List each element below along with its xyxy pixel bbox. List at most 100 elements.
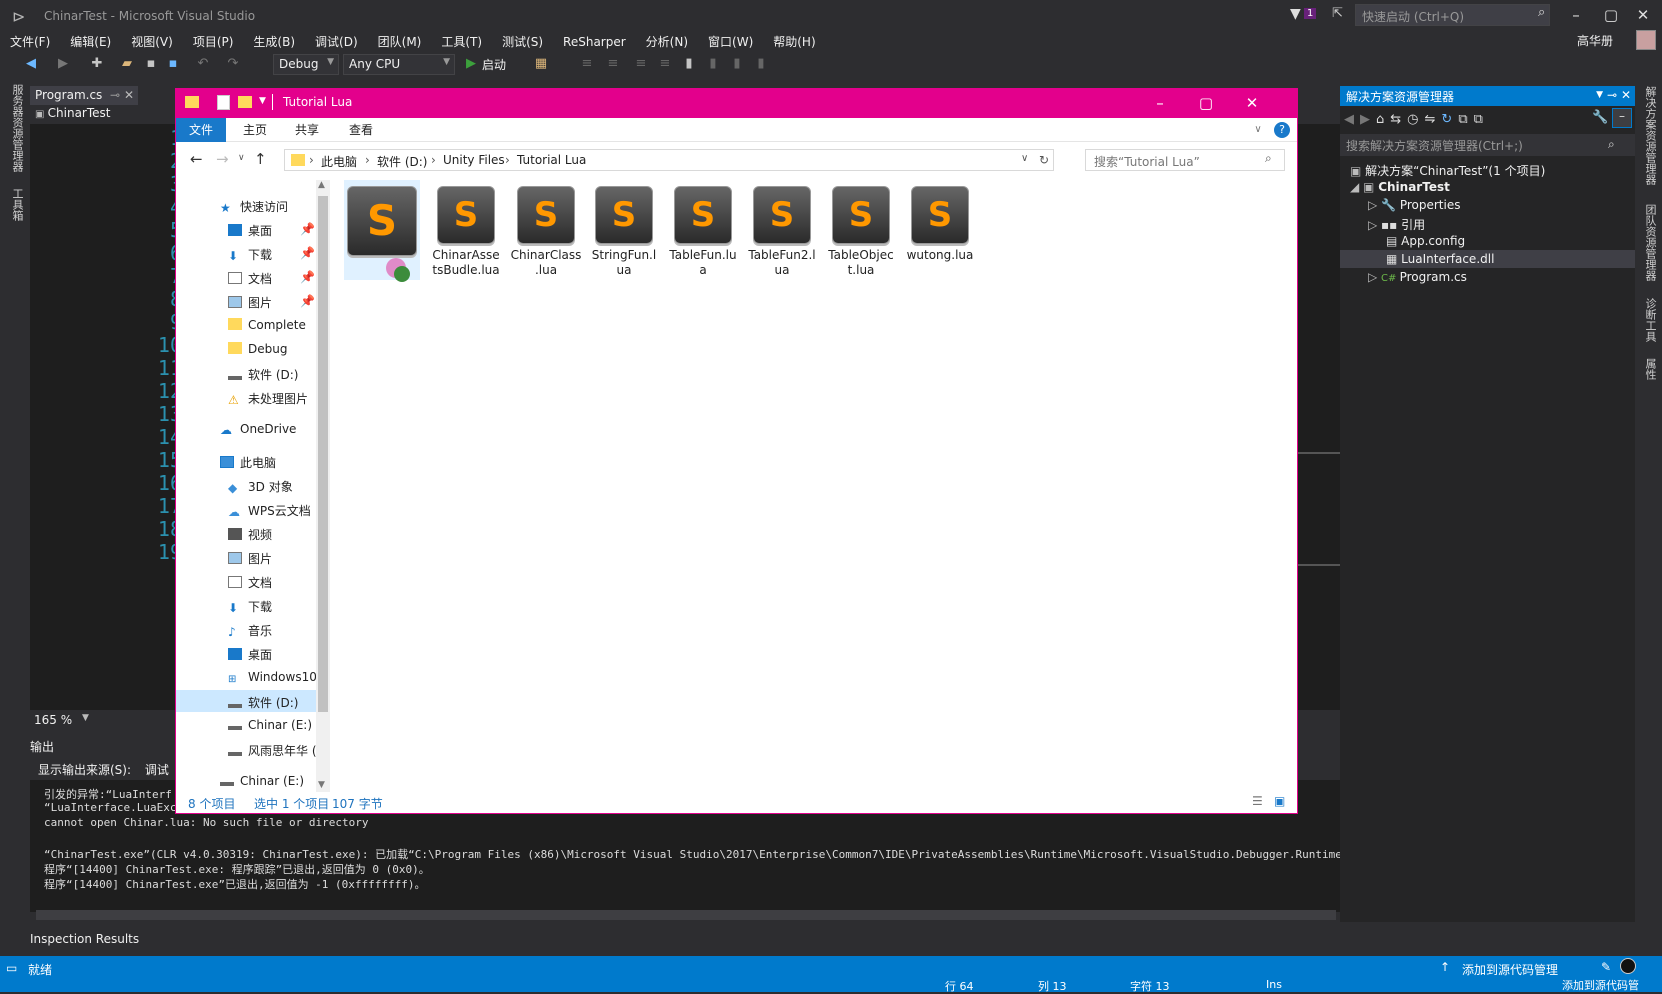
explorer-minimize-button[interactable]: –: [1137, 88, 1183, 118]
nav-this-pc[interactable]: 此电脑: [220, 454, 276, 471]
pencil-icon[interactable]: ✎: [1601, 960, 1611, 974]
inspection-results-tab[interactable]: Inspection Results: [30, 932, 139, 946]
nav-pictures[interactable]: 图片 📌: [228, 294, 315, 311]
luainterface-dll-node[interactable]: ▦ LuaInterface.dll: [1386, 252, 1494, 266]
save-all-icon[interactable]: ▪: [164, 55, 182, 73]
feedback-icon[interactable]: ⇱: [1332, 6, 1343, 21]
menu-edit[interactable]: 编辑(E): [60, 32, 121, 52]
server-explorer-tab[interactable]: 服务器资源管理器: [9, 84, 25, 172]
nav-drive-d-quick[interactable]: 软件 (D:): [228, 366, 298, 383]
switch-icon[interactable]: ⇋: [1425, 112, 1442, 127]
feedback-circle-icon[interactable]: [1620, 958, 1636, 974]
close-icon[interactable]: ✕: [1621, 88, 1631, 102]
back-icon[interactable]: ◀: [1344, 112, 1360, 127]
menu-window[interactable]: 窗口(W): [698, 32, 763, 52]
outdent-icon[interactable]: ≡: [656, 55, 674, 73]
nav-documents-pc[interactable]: 文档: [228, 574, 272, 591]
project-node[interactable]: ◢ ▣ ChinarTest: [1350, 180, 1450, 194]
up-arrow-icon[interactable]: ↑: [254, 150, 267, 168]
tab-home[interactable]: 主页: [230, 118, 280, 142]
undo-icon[interactable]: ↶: [194, 55, 212, 73]
collapse-icon[interactable]: ⧉: [1458, 112, 1473, 127]
menu-help[interactable]: 帮助(H): [763, 32, 825, 52]
history-icon[interactable]: ◷: [1407, 112, 1424, 127]
menu-debug[interactable]: 调试(D): [305, 32, 368, 52]
filter-icon[interactable]: ▼: [1290, 6, 1301, 22]
pin-icon[interactable]: 📌: [300, 246, 315, 260]
pin-icon[interactable]: 📌: [300, 222, 315, 236]
breadcrumb-tutorial-lua[interactable]: Tutorial Lua: [517, 153, 586, 167]
properties-icon[interactable]: –: [1612, 108, 1632, 128]
chevron-down-icon[interactable]: ∨: [1250, 118, 1266, 142]
solution-search-input[interactable]: 搜索解决方案资源管理器(Ctrl+;): [1340, 134, 1635, 156]
large-icons-view-icon[interactable]: ▣: [1274, 794, 1285, 808]
file-stringfun-lua[interactable]: S StringFun.l ua: [588, 186, 660, 278]
nav-desktop[interactable]: 桌面 📌: [228, 222, 315, 239]
help-icon[interactable]: ?: [1274, 122, 1290, 138]
close-icon[interactable]: ✕: [124, 88, 134, 102]
solution-explorer-side-tab[interactable]: 解决方案资源管理器: [1642, 86, 1658, 185]
bookmark-icon[interactable]: ▮: [680, 55, 698, 73]
explorer-maximize-button[interactable]: ▢: [1183, 88, 1229, 118]
toolbox-tab[interactable]: 工具箱: [9, 188, 25, 221]
nav-downloads[interactable]: ⬇ 下载 📌: [228, 246, 315, 263]
open-folder-icon[interactable]: ▰: [118, 55, 136, 73]
chevron-down-icon[interactable]: ▼: [259, 96, 266, 106]
tab-view[interactable]: 查看: [336, 118, 386, 142]
output-source-select[interactable]: 调试: [145, 763, 169, 777]
nav-complete[interactable]: Complete: [228, 318, 306, 332]
prev-bookmark-icon[interactable]: ▮: [704, 55, 722, 73]
chevron-down-icon[interactable]: ∨: [1021, 153, 1028, 164]
menu-view[interactable]: 视图(V): [121, 32, 183, 52]
nav-videos[interactable]: 视频: [228, 526, 272, 543]
user-name[interactable]: 高华册: [1577, 32, 1613, 49]
references-node[interactable]: ▷ ▪▪ 引用: [1368, 216, 1425, 233]
menu-tools[interactable]: 工具(T): [431, 32, 492, 52]
file-tablefun2-lua[interactable]: S TableFun2.l ua: [746, 186, 818, 278]
save-icon[interactable]: ▪: [142, 55, 160, 73]
nav-drive-e-2[interactable]: Chinar (E:): [220, 774, 304, 788]
new-project-icon[interactable]: ✚: [88, 55, 106, 73]
solution-node[interactable]: ▣ 解决方案“ChinarTest”(1 个项目): [1350, 162, 1545, 179]
menu-analyze[interactable]: 分析(N): [636, 32, 698, 52]
notification-badge[interactable]: 1: [1304, 8, 1317, 19]
menu-project[interactable]: 项目(P): [183, 32, 244, 52]
file-tableobject-lua[interactable]: S TableObjec t.lua: [825, 186, 897, 278]
team-explorer-side-tab[interactable]: 团队资源管理器: [1642, 204, 1658, 281]
uncomment-icon[interactable]: ≡: [604, 55, 622, 73]
comment-icon[interactable]: ≡: [578, 55, 596, 73]
clear-bookmark-icon[interactable]: ▮: [752, 55, 770, 73]
avatar[interactable]: [1636, 30, 1656, 50]
close-button[interactable]: ✕: [1628, 2, 1658, 28]
menu-team[interactable]: 团队(M): [368, 32, 432, 52]
pin-icon[interactable]: 📌: [300, 270, 315, 284]
menu-file[interactable]: 文件(F): [0, 32, 60, 52]
chevron-down-icon[interactable]: ▼: [1596, 90, 1603, 100]
file-chinarassetsbudle-lua[interactable]: S ChinarAsse tsBudle.lua: [430, 186, 502, 278]
home-icon[interactable]: ⌂: [1376, 112, 1390, 127]
nav-drive-f[interactable]: 风雨思年华 (: [228, 742, 317, 759]
refresh-icon[interactable]: ↻: [1039, 153, 1049, 167]
solution-explorer-toolbar[interactable]: ◀▶⌂⇆◷⇋↻⧉⧉: [1344, 112, 1489, 127]
add-to-source-control[interactable]: 添加到源代码管理: [1462, 961, 1558, 978]
play-icon[interactable]: ▶: [462, 55, 480, 73]
wrench-icon[interactable]: 🔧: [1592, 110, 1608, 125]
nav-scrollbar-thumb[interactable]: [318, 196, 328, 712]
menu-build[interactable]: 生成(B): [243, 32, 305, 52]
properties-side-tab[interactable]: 属性: [1642, 358, 1658, 380]
details-view-icon[interactable]: ☰: [1252, 794, 1263, 808]
nav-drive-e[interactable]: Chinar (E:): [228, 718, 312, 732]
tab-program-cs[interactable]: Program.cs ⊸ ✕: [30, 86, 138, 105]
sync-icon[interactable]: ⇆: [1390, 112, 1407, 127]
diagnostic-tools-side-tab[interactable]: 诊断工具: [1642, 298, 1658, 342]
type-navigation[interactable]: ▣ ChinarTest: [30, 105, 170, 123]
nav-pictures-pc[interactable]: 图片: [228, 550, 272, 567]
nav-drive-d[interactable]: 软件 (D:): [228, 694, 298, 711]
expand-right-icon[interactable]: ▷: [1368, 218, 1381, 232]
properties-icon[interactable]: [217, 95, 230, 110]
nav-desktop-pc[interactable]: 桌面: [228, 646, 272, 663]
nav-wps-cloud[interactable]: ☁ WPS云文档: [228, 502, 311, 519]
back-icon[interactable]: ◀: [22, 55, 40, 73]
breadcrumb-unity-files[interactable]: Unity Files: [443, 153, 505, 167]
output-scrollbar[interactable]: [36, 910, 1336, 920]
